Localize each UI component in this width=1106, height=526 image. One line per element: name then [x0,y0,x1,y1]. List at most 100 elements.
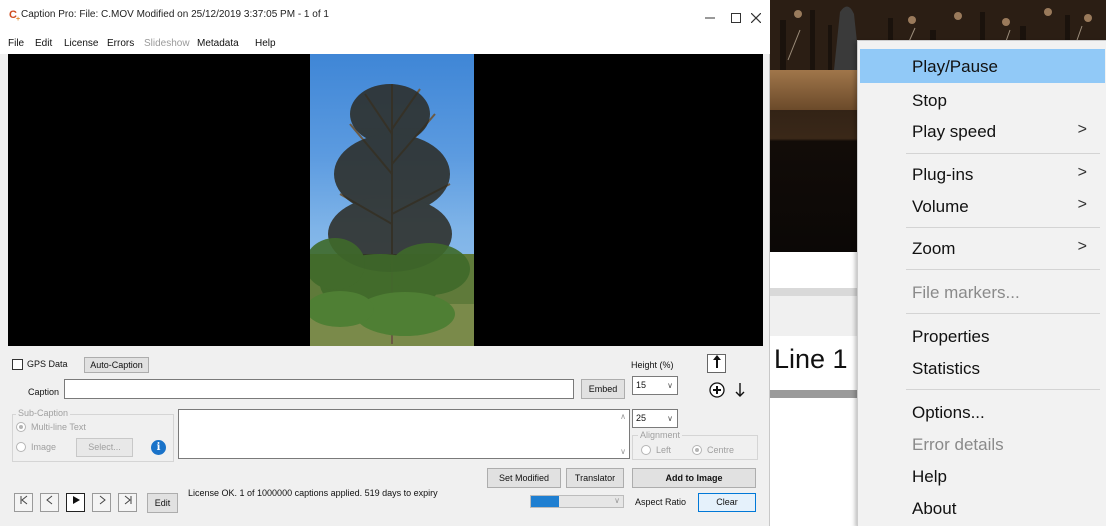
multiline-radio[interactable] [16,422,26,432]
close-button[interactable] [736,0,776,34]
menu-item-label: Help [912,467,947,486]
status-text: License OK. 1 of 1000000 captions applie… [188,488,438,498]
menu-item-label: Stop [912,91,947,110]
menu-item-properties[interactable]: Properties [860,319,1105,353]
plus-circle-icon [708,382,725,398]
auto-caption-button[interactable]: Auto-Caption [84,357,149,373]
menu-item-file-markers[interactable]: File markers... [860,275,1105,309]
first-button[interactable] [14,493,33,512]
menu-item-help[interactable]: Help [860,459,1105,493]
next-icon [99,495,106,505]
menu-item-label: Error details [912,435,1004,454]
tree-image [310,84,474,346]
close-icon [750,12,762,24]
size-select[interactable]: 25 ∨ [632,409,678,428]
menu-item-play-pause[interactable]: Play/Pause [860,49,1105,83]
chevron-down-icon: ∨ [614,496,620,505]
select-image-button[interactable]: Select... [76,438,133,457]
menu-item-zoom[interactable]: Zoom > [860,231,1105,265]
background-caption-line: Line 1 [774,344,848,374]
gps-data-checkbox[interactable] [12,359,23,370]
menu-item-label: Zoom [912,239,956,258]
image-radio[interactable] [16,442,26,452]
menu-item-stop[interactable]: Stop [860,83,1105,117]
menu-item-statistics[interactable]: Statistics [860,351,1105,385]
move-up-button[interactable] [707,354,726,373]
tree-video-frame [310,54,474,346]
last-button[interactable] [118,493,137,512]
chevron-right-icon: > [1077,164,1087,181]
play-icon [72,496,80,504]
menu-file[interactable]: File [8,38,24,49]
menu-item-about[interactable]: About [860,491,1105,525]
menu-item-options[interactable]: Options... [860,395,1105,429]
menu-item-label: Volume [912,197,969,216]
menu-bar: File Edit License Errors Slideshow Metad… [0,34,770,54]
edit-button[interactable]: Edit [147,493,178,513]
menu-item-label: Play/Pause [912,57,998,76]
last-icon [124,495,131,505]
progress-fill [531,496,559,507]
add-to-image-button[interactable]: Add to Image [632,468,756,488]
menu-item-error-details[interactable]: Error details [860,427,1105,461]
menu-item-play-speed[interactable]: Play speed > [860,114,1105,148]
minimize-icon [705,17,715,19]
height-select-value: 15 [636,380,647,390]
menu-separator [906,269,1100,270]
chevron-right-icon: > [1077,121,1087,138]
menu-item-label: Plug-ins [912,165,974,184]
video-preview[interactable] [8,54,763,346]
play-button[interactable] [66,493,85,512]
size-select-value: 25 [636,413,647,423]
chevron-right-icon: > [1077,196,1087,213]
caption-control-panel: GPS Data Auto-Caption Height (%) Caption… [8,352,763,522]
context-menu: Play/Pause Stop Play speed > Plug-ins > … [857,40,1106,526]
menu-separator [906,389,1100,390]
translator-button[interactable]: Translator [566,468,624,488]
add-button[interactable] [707,382,726,401]
alignment-label: Alignment [638,430,683,440]
scroll-up-icon[interactable]: ∧ [620,412,626,421]
embed-button[interactable]: Embed [581,379,625,399]
arrow-up-bold-icon [712,355,721,368]
menu-item-plug-ins[interactable]: Plug-ins > [860,157,1105,191]
multiline-label: Multi-line Text [31,422,86,432]
menu-help[interactable]: Help [255,38,276,49]
height-select[interactable]: 15 ∨ [632,376,678,395]
chevron-right-icon: > [1077,238,1087,255]
chevron-down-icon: ∨ [667,381,673,390]
sub-caption-label: Sub-Caption [16,408,71,418]
clear-button[interactable]: Clear [698,493,756,512]
menu-item-label: Properties [912,327,990,346]
progress-combo[interactable]: ∨ [530,495,624,508]
align-left-radio[interactable] [641,445,651,455]
previous-icon [45,495,52,505]
next-button[interactable] [92,493,111,512]
menu-license[interactable]: License [64,38,98,49]
subcaption-textarea[interactable]: ∧ ∨ [178,409,630,459]
height-label: Height (%) [631,360,674,370]
previous-button[interactable] [40,493,59,512]
arrow-down-icon [735,383,744,397]
menu-edit[interactable]: Edit [35,38,52,49]
title-bar[interactable]: C+ Caption Pro: File: C.MOV Modified on … [0,0,770,34]
menu-item-volume[interactable]: Volume > [860,189,1105,223]
caption-input[interactable] [64,379,574,399]
align-left-label: Left [656,445,672,455]
info-icon[interactable]: i [151,440,166,455]
menu-errors[interactable]: Errors [107,38,134,49]
menu-slideshow[interactable]: Slideshow [144,38,190,49]
move-down-button[interactable] [730,382,749,401]
menu-metadata[interactable]: Metadata [197,38,239,49]
menu-separator [906,153,1100,154]
menu-item-label: About [912,499,957,518]
aspect-ratio-label: Aspect Ratio [635,497,687,507]
set-modified-button[interactable]: Set Modified [487,468,561,488]
window-title: Caption Pro: File: C.MOV Modified on 25/… [21,9,329,20]
align-centre-radio[interactable] [692,445,702,455]
menu-item-label: File markers... [912,283,1020,302]
scroll-down-icon[interactable]: ∨ [620,447,626,456]
align-centre-label: Centre [707,445,735,455]
menu-item-label: Options... [912,403,985,422]
gps-data-label: GPS Data [27,359,68,369]
